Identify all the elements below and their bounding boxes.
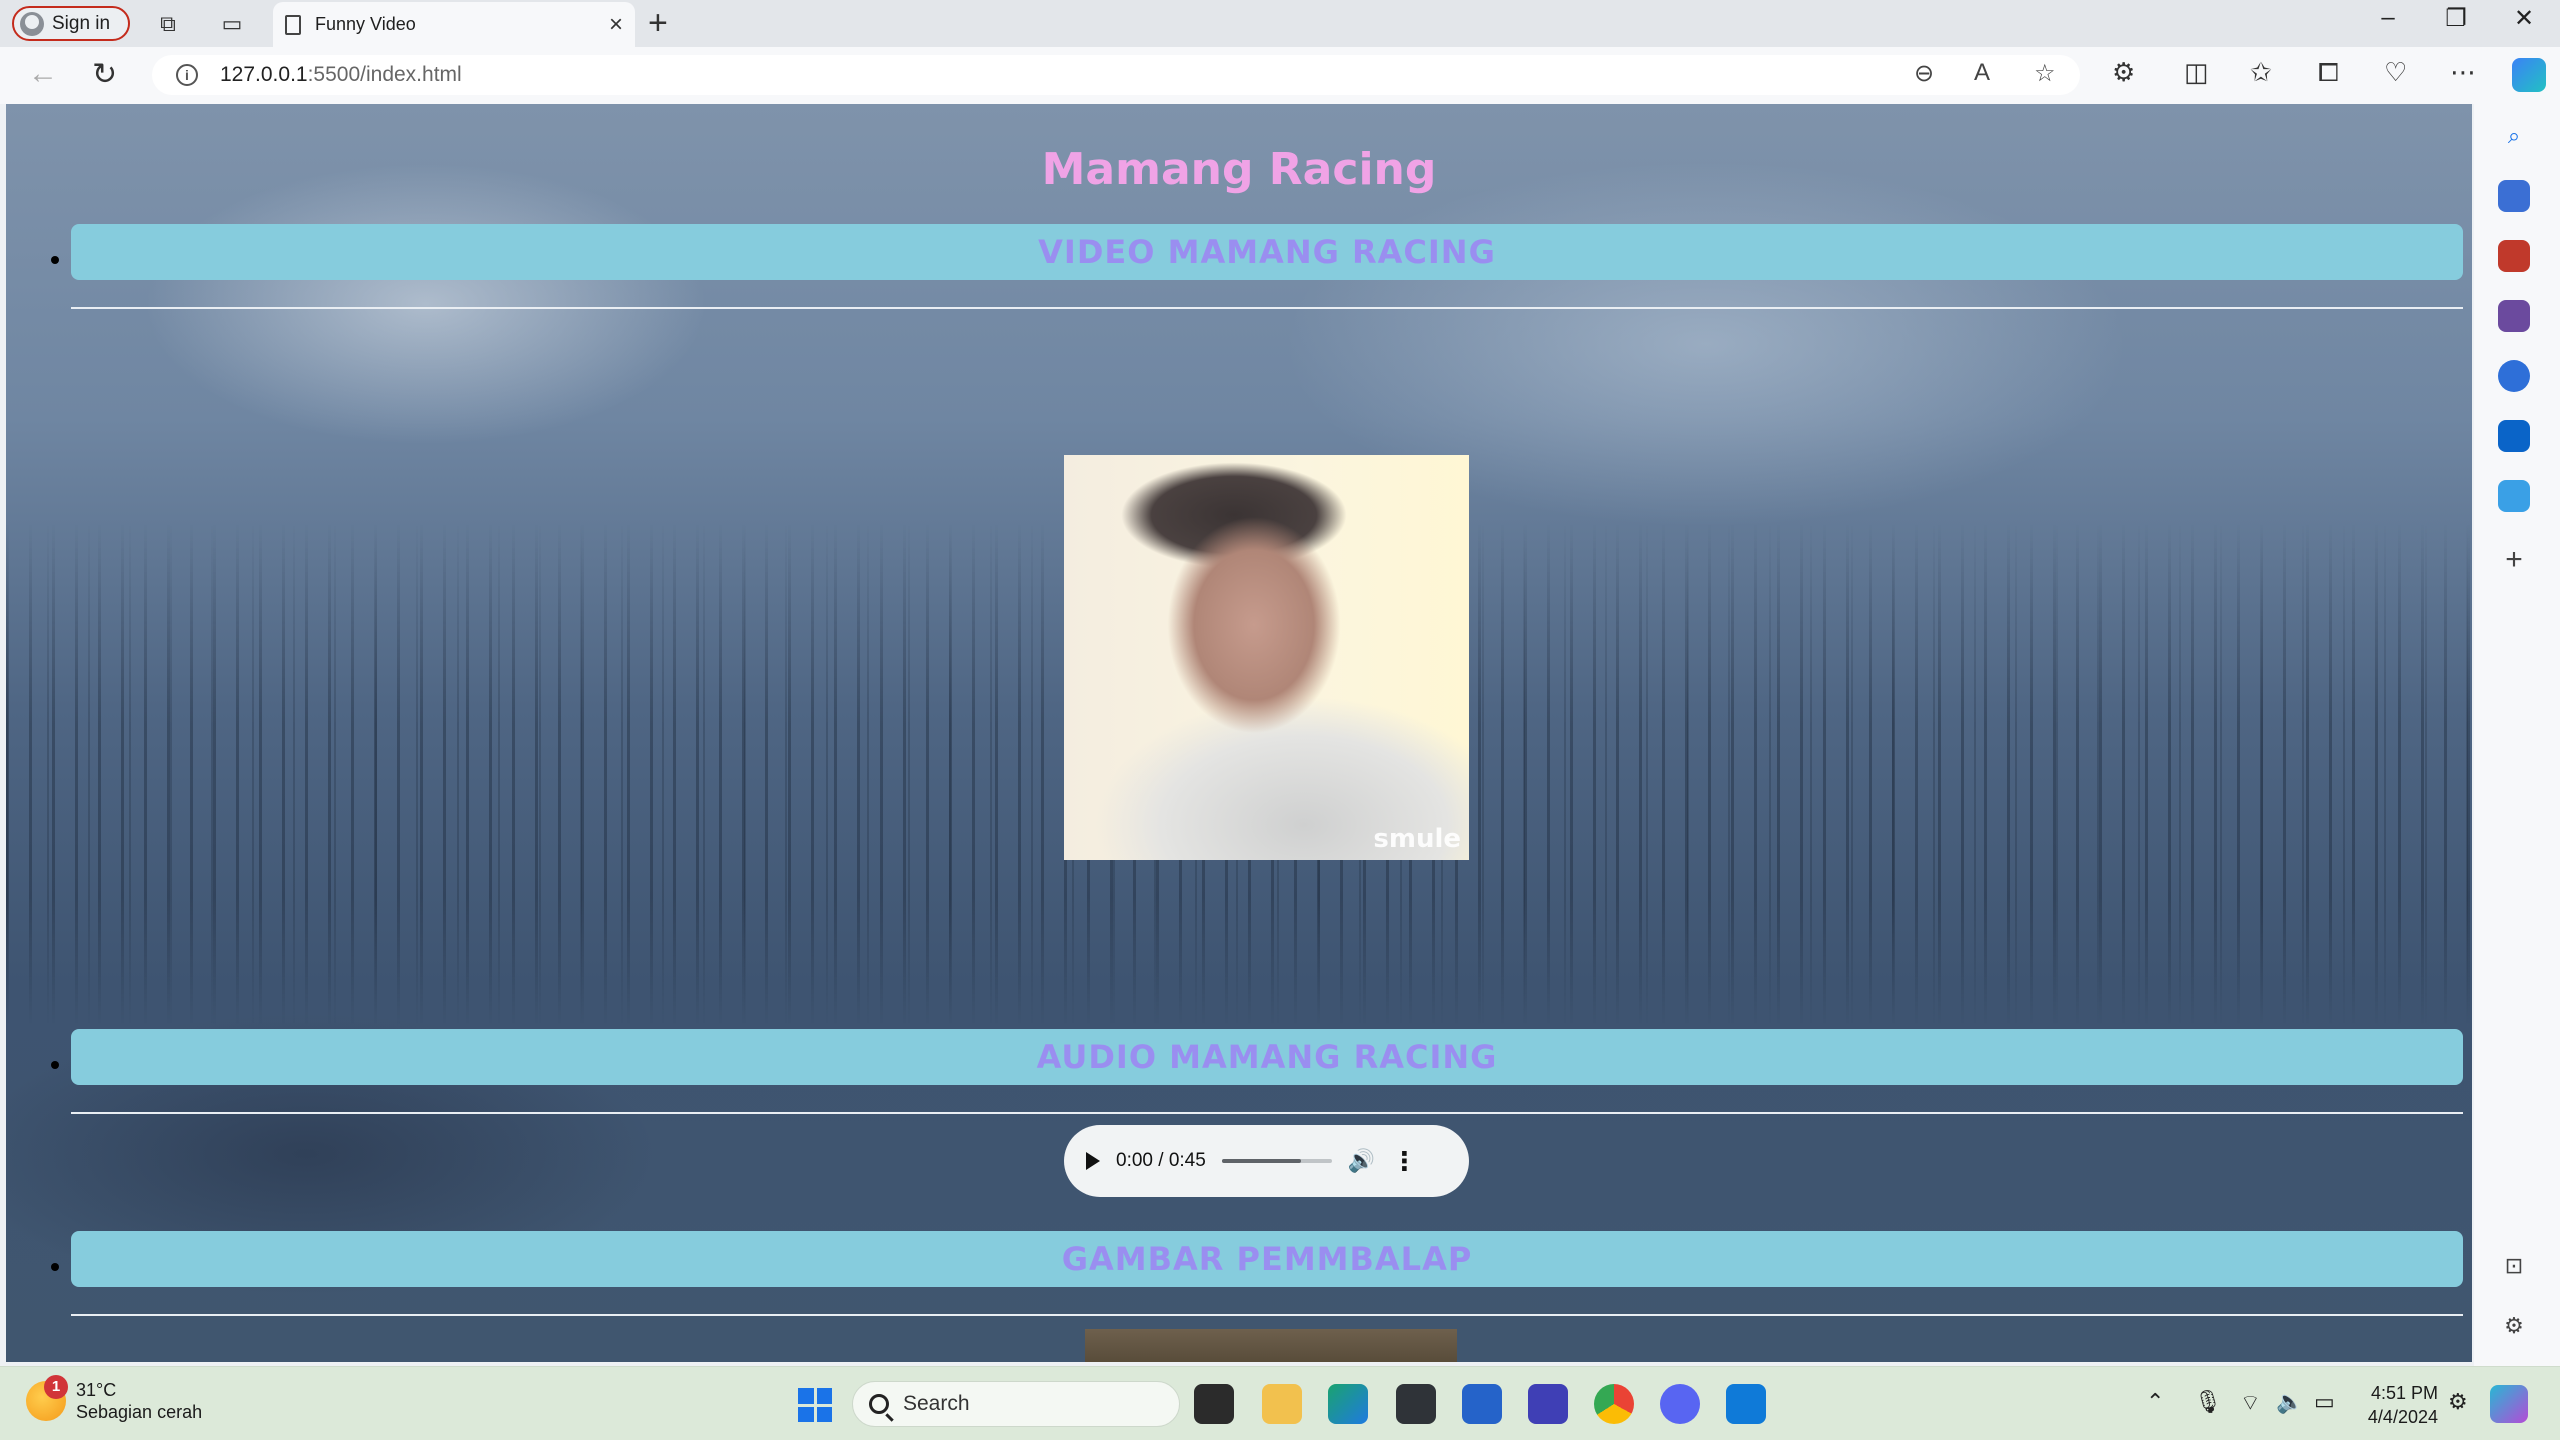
copilot-taskbar-icon[interactable] — [2490, 1385, 2528, 1423]
url-path: :5500/index.html — [307, 63, 462, 86]
extensions-icon[interactable]: ⚙ — [2112, 57, 2135, 88]
section-heading-video: VIDEO MAMANG RACING — [71, 224, 2463, 280]
system-clock[interactable]: 4:51 PM 4/4/2024 — [2358, 1381, 2438, 1429]
edge-icon[interactable] — [1328, 1384, 1368, 1424]
browser-toolbar: ← ↻ i 127.0.0.1:5500/index.html ⊖ A ☆ ⚙ … — [0, 47, 2560, 104]
audio-volume-fill — [1221, 1159, 1301, 1163]
read-aloud-icon[interactable]: A — [1974, 59, 1990, 87]
page-icon — [285, 14, 301, 35]
tab-actions-icon[interactable]: ▭ — [216, 8, 248, 40]
add-sidebar-app-icon[interactable]: + — [2498, 543, 2530, 576]
microphone-icon[interactable]: 🎙 — [2194, 1389, 2222, 1415]
weather-temp: 31°C — [76, 1380, 117, 1400]
drop-icon[interactable] — [2498, 480, 2530, 512]
tab-title: Funny Video — [315, 14, 416, 34]
sidebar-settings-icon[interactable]: ⚙ — [2498, 1310, 2530, 1342]
favorites-icon[interactable]: ✩ — [2250, 57, 2272, 88]
bullet — [51, 1061, 59, 1069]
minimize-icon[interactable]: – — [2358, 4, 2418, 32]
clock-time: 4:51 PM — [2370, 1383, 2438, 1403]
section-heading-image: GAMBAR PEMMBALAP — [71, 1231, 2463, 1287]
search-label: Search — [903, 1392, 970, 1415]
performance-icon[interactable]: ♡ — [2384, 57, 2407, 88]
weather-desc: Sebagian cerah — [76, 1402, 203, 1422]
zoom-out-icon[interactable]: ⊖ — [1914, 59, 1934, 88]
shopping-icon[interactable] — [2498, 180, 2530, 212]
editor-icon[interactable] — [1528, 1384, 1568, 1424]
audio-time: 0:00 / 0:45 — [1116, 1150, 1206, 1171]
vscode-icon[interactable] — [1726, 1384, 1766, 1424]
bullet — [51, 1263, 59, 1271]
audio-volume-track[interactable] — [1221, 1159, 1332, 1163]
search-icon[interactable]: ⌕ — [2498, 120, 2530, 152]
smule-watermark: smule — [1373, 824, 1461, 854]
file-explorer-icon[interactable] — [1262, 1384, 1302, 1424]
tab-funny-video[interactable]: Funny Video × — [273, 2, 635, 47]
divider — [71, 1314, 2463, 1316]
browser-tab-strip: Sign in ⧉ ▭ Funny Video × + – ❐ ✕ — [0, 0, 2560, 47]
more-menu-icon[interactable]: ⋯ — [2450, 57, 2476, 88]
discord-icon[interactable] — [1660, 1384, 1700, 1424]
volume-icon[interactable]: 🔊 — [1348, 1148, 1375, 1174]
outlook-icon[interactable] — [2498, 420, 2530, 452]
start-button[interactable] — [798, 1388, 832, 1422]
divider — [71, 1112, 2463, 1114]
url-host: 127.0.0.1 — [220, 63, 308, 86]
speaker-icon[interactable]: 🔈 — [2276, 1389, 2303, 1415]
sign-in-button[interactable]: Sign in — [12, 6, 130, 41]
wifi-icon[interactable]: ⌔ — [2240, 1389, 2261, 1417]
search-icon — [869, 1394, 889, 1414]
hide-sidebar-icon[interactable]: ⊡ — [2498, 1250, 2530, 1282]
collections-icon[interactable]: ⧠ — [2318, 57, 2339, 89]
refresh-icon[interactable]: ↻ — [92, 57, 117, 92]
games-icon[interactable] — [2498, 300, 2530, 332]
microsoft-365-icon[interactable] — [2498, 360, 2530, 392]
audio-player[interactable]: 0:00 / 0:45 🔊 ⋮ — [1064, 1125, 1469, 1197]
back-icon[interactable]: ← — [28, 57, 58, 91]
page-title: Mamang Racing — [1041, 144, 1437, 195]
video-player[interactable]: smule — [1064, 455, 1469, 860]
close-tab-icon[interactable]: × — [609, 11, 623, 39]
section-heading-audio: AUDIO MAMANG RACING — [71, 1029, 2463, 1085]
weather-sun-icon: 1 — [26, 1375, 68, 1421]
play-icon[interactable] — [1086, 1152, 1100, 1170]
task-view-icon[interactable] — [1194, 1384, 1234, 1424]
divider — [71, 307, 2463, 309]
workspaces-icon[interactable]: ⧉ — [152, 8, 184, 40]
battery-icon[interactable]: ▭ — [2314, 1389, 2335, 1415]
app-icon[interactable] — [1396, 1384, 1436, 1424]
notification-badge: 1 — [44, 1375, 68, 1399]
edge-sidebar: ⌕ + ⊡ ⚙ — [2474, 104, 2560, 1366]
settings-gear-icon[interactable]: ⚙ — [2448, 1389, 2468, 1415]
split-screen-icon[interactable]: ◫ — [2184, 57, 2209, 88]
clock-date: 4/4/2024 — [2367, 1407, 2438, 1427]
taskbar-search[interactable]: Search — [852, 1381, 1180, 1427]
chrome-icon[interactable] — [1594, 1384, 1634, 1424]
close-window-icon[interactable]: ✕ — [2494, 4, 2554, 33]
sign-in-label: Sign in — [52, 12, 111, 34]
page-viewport: Mamang Racing VIDEO MAMANG RACING AUDIO … — [6, 104, 2472, 1362]
copilot-icon[interactable] — [2512, 58, 2546, 92]
site-info-icon[interactable]: i — [176, 64, 198, 86]
bullet — [51, 256, 59, 264]
show-hidden-icons[interactable]: ⌃ — [2146, 1389, 2164, 1415]
tools-icon[interactable] — [2498, 240, 2530, 272]
store-icon[interactable] — [1462, 1384, 1502, 1424]
weather-widget[interactable]: 1 31°C Sebagian cerah — [26, 1375, 203, 1423]
restore-icon[interactable]: ❐ — [2426, 4, 2486, 33]
windows-taskbar: 1 31°C Sebagian cerah Search ⌃ 🎙 ⌔ 🔈 ▭ 4… — [0, 1366, 2560, 1440]
profile-icon — [20, 11, 44, 36]
more-options-icon[interactable]: ⋮ — [1391, 1146, 1417, 1177]
racer-image — [1085, 1329, 1457, 1362]
address-bar[interactable]: i 127.0.0.1:5500/index.html — [152, 55, 2080, 95]
new-tab-icon[interactable]: + — [648, 4, 668, 43]
favorite-star-icon[interactable]: ☆ — [2034, 59, 2056, 88]
